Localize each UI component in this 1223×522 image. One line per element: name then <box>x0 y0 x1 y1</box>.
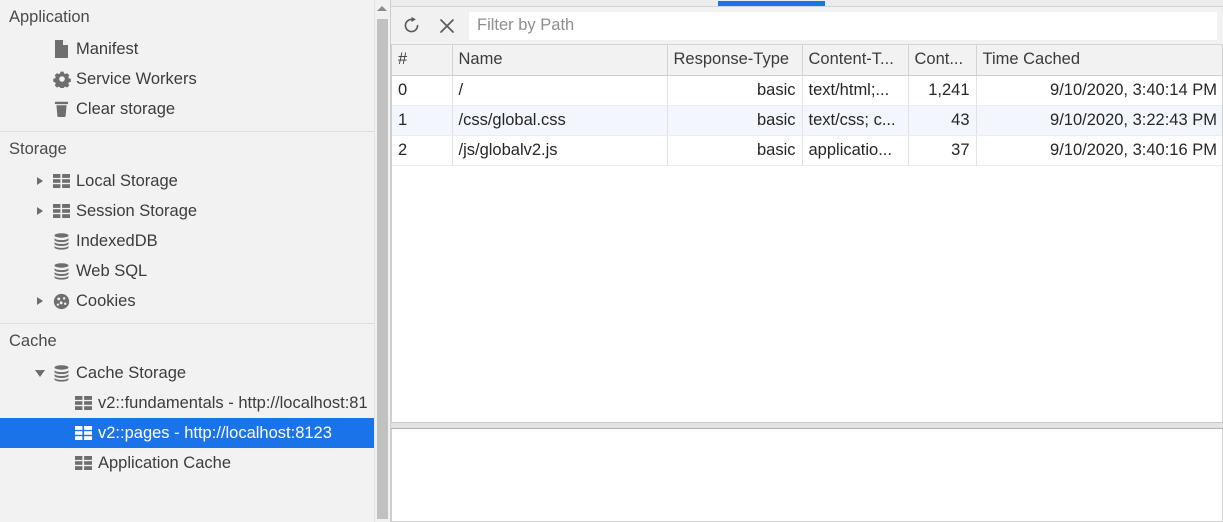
sidebar-section-application: Application Manifest Service Workers Clear … <box>0 0 375 132</box>
cookie-icon <box>49 293 74 310</box>
column-header-name[interactable]: Name <box>452 45 668 76</box>
sidebar-item-label: Service Workers <box>76 69 197 88</box>
sidebar-item-application-cache[interactable]: Application Cache <box>0 448 375 478</box>
refresh-icon <box>404 16 418 33</box>
chevron-down-icon[interactable] <box>31 369 49 377</box>
tab-strip <box>391 0 1223 7</box>
refresh-button[interactable] <box>393 9 429 43</box>
sidebar-item-v2-fundamentals-http-localhost-81[interactable]: v2::fundamentals - http://localhost:81 <box>0 388 375 418</box>
scroll-up-arrow-icon[interactable] <box>375 0 389 17</box>
section-title: Application <box>9 8 90 26</box>
cell-index: 2 <box>392 135 453 166</box>
cell-contentType: text/html;... <box>802 75 909 106</box>
database-icon <box>49 364 74 382</box>
close-icon <box>440 18 454 33</box>
cache-entries-table: # Name Response-Type Content-T... Cont... Tim… <box>392 45 1222 166</box>
column-header-responseType[interactable]: Response-Type <box>667 45 803 76</box>
table-icon <box>71 426 96 440</box>
sidebar-item-label: Clear storage <box>76 99 176 118</box>
sidebar: Application Manifest Service Workers Clear … <box>0 0 391 522</box>
sidebar-item-label: v2::fundamentals - http://localhost:81 <box>98 393 368 412</box>
sidebar-item-label: Cookies <box>76 291 136 310</box>
sidebar-item-web-sql[interactable]: Web SQL <box>0 256 375 286</box>
sidebar-item-session-storage[interactable]: Session Storage <box>0 196 375 226</box>
cell-timeCached: 9/10/2020, 3:40:16 PM <box>976 135 1222 166</box>
sidebar-item-clear-storage[interactable]: Clear storage <box>0 94 375 124</box>
gear-icon <box>49 70 74 88</box>
cell-contentType: applicatio... <box>802 135 909 166</box>
cell-index: 1 <box>392 105 453 136</box>
sidebar-item-service-workers[interactable]: Service Workers <box>0 64 375 94</box>
column-header-contentLen[interactable]: Cont... <box>908 45 977 76</box>
cell-timeCached: 9/10/2020, 3:22:43 PM <box>976 105 1222 136</box>
table-body: 0/basic text/html;... 1,241 9/10/2020, 3:40… <box>392 75 1222 166</box>
sidebar-item-label: Cache Storage <box>76 363 187 382</box>
cell-name: /js/globalv2.js <box>452 135 668 166</box>
cell-contentLen: 43 <box>908 105 977 136</box>
scrollbar-thumb[interactable] <box>377 19 388 519</box>
column-header-index[interactable]: # <box>392 45 453 76</box>
section-title: Storage <box>9 140 67 158</box>
cell-responseType: basic <box>667 135 803 166</box>
sidebar-item-manifest[interactable]: Manifest <box>0 34 375 64</box>
table-header-row: # Name Response-Type Content-T... Cont... Tim… <box>392 45 1222 76</box>
sidebar-item-indexeddb[interactable]: IndexedDB <box>0 226 375 256</box>
sidebar-item-label: Manifest <box>76 39 139 58</box>
table-row[interactable]: 1/css/global.css basic text/css; c... 43 9/1… <box>392 105 1222 136</box>
sidebar-item-label: Web SQL <box>76 261 148 280</box>
section-title: Cache <box>9 332 57 350</box>
sidebar-tree: Application Manifest Service Workers Clear … <box>0 0 375 522</box>
active-tab-indicator <box>718 1 825 6</box>
column-header-timeCached[interactable]: Time Cached <box>976 45 1222 76</box>
sidebar-item-cache-storage[interactable]: Cache Storage <box>0 358 375 388</box>
document-icon <box>49 40 74 58</box>
sidebar-section-cache: CacheCache Storagev2::fundamentals - htt… <box>0 324 375 485</box>
cell-contentType: text/css; c... <box>802 105 909 136</box>
main-panel: #NameResponse-TypeContent-T...Cont...Tim… <box>391 0 1223 522</box>
sidebar-item-label: Application Cache <box>98 453 231 472</box>
sidebar-item-label: Session Storage <box>76 201 198 220</box>
filter-by-path-input[interactable] <box>469 11 1217 40</box>
cache-toolbar <box>391 7 1223 45</box>
chevron-right-icon[interactable] <box>31 297 49 305</box>
cell-contentLen: 37 <box>908 135 977 166</box>
sidebar-item-label: IndexedDB <box>76 231 158 250</box>
table-row[interactable]: 0/basic text/html;... 1,241 9/10/2020, 3:40… <box>392 75 1222 106</box>
table-icon <box>49 204 74 218</box>
database-icon <box>49 262 74 280</box>
cell-name: / <box>452 75 668 106</box>
sidebar-item-label: v2::pages - http://localhost:8123 <box>98 423 332 442</box>
sidebar-item-cookies[interactable]: Cookies <box>0 286 375 316</box>
column-header-contentType[interactable]: Content-T... <box>802 45 909 76</box>
cache-entry-preview-pane <box>391 429 1223 522</box>
delete-cache-button[interactable] <box>429 9 465 43</box>
cache-entries-table-container: # Name Response-Type Content-T... Cont... Tim… <box>391 45 1223 422</box>
cell-responseType: basic <box>667 105 803 136</box>
table-header: # Name Response-Type Content-T... Cont... Tim… <box>392 45 1222 76</box>
table-row[interactable]: 2/js/globalv2.js basic applicatio... 37 9/10… <box>392 135 1222 166</box>
cell-responseType: basic <box>667 75 803 106</box>
devtools-application-panel: Application Manifest Service Workers Clear … <box>0 0 1223 522</box>
table-icon <box>49 174 74 188</box>
table-icon <box>71 456 96 470</box>
sidebar-scrollbar[interactable] <box>374 0 389 522</box>
cell-timeCached: 9/10/2020, 3:40:14 PM <box>976 75 1222 106</box>
database-icon <box>49 232 74 250</box>
sidebar-section-storage: Storage Local Storage Session Storage Index… <box>0 132 375 324</box>
table-icon <box>71 396 96 410</box>
sidebar-item-local-storage[interactable]: Local Storage <box>0 166 375 196</box>
chevron-right-icon[interactable] <box>31 207 49 215</box>
horizontal-splitter[interactable] <box>391 422 1223 429</box>
sidebar-item-label: Local Storage <box>76 171 178 190</box>
sidebar-item-v2-pages-http-localhost-8123[interactable]: v2::pages - http://localhost:8123 <box>0 418 375 448</box>
cell-name: /css/global.css <box>452 105 668 136</box>
chevron-right-icon[interactable] <box>31 177 49 185</box>
cell-index: 0 <box>392 75 453 106</box>
cell-contentLen: 1,241 <box>908 75 977 106</box>
trash-icon <box>49 100 74 118</box>
